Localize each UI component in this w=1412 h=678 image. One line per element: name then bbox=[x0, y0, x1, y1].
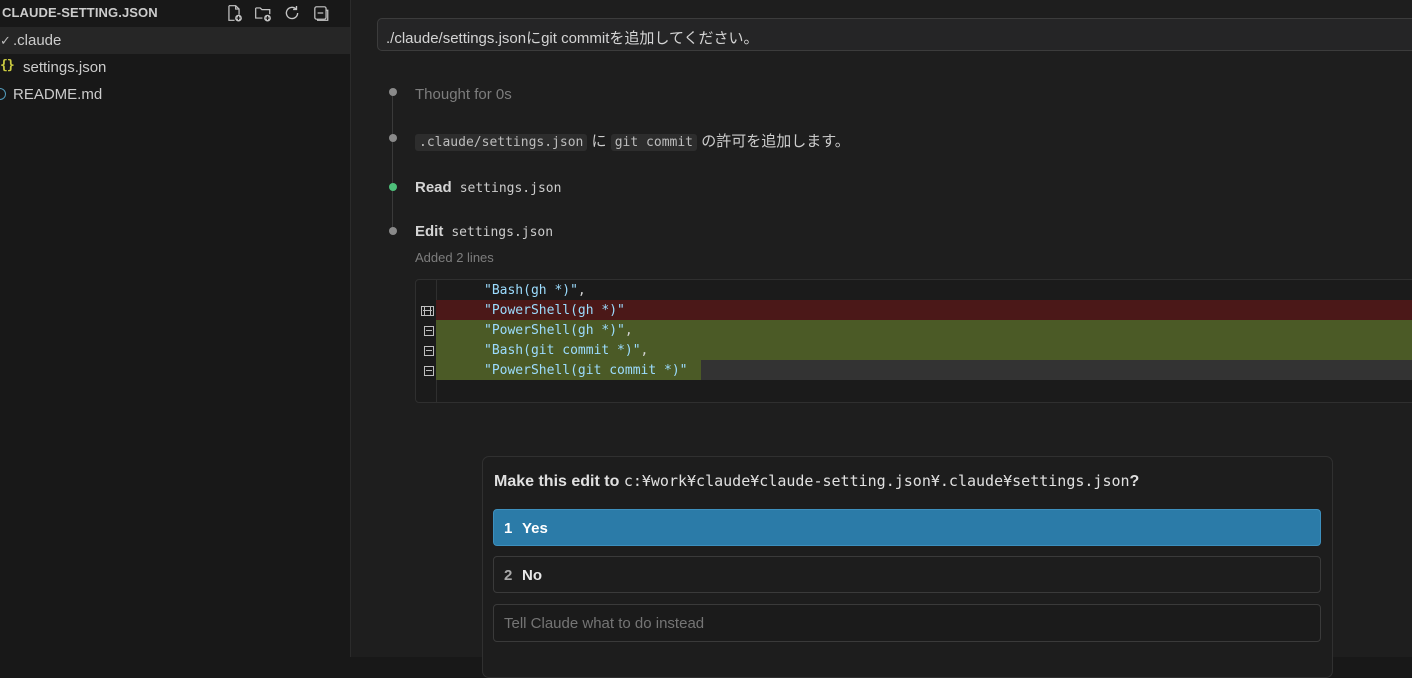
step-dot-success bbox=[389, 183, 397, 191]
option-no-button[interactable]: 2 No bbox=[493, 556, 1321, 593]
diff-code: "PowerShell(gh *)" bbox=[484, 303, 625, 318]
user-prompt-text: ./claude/settings.jsonにgit commitを追加してくだ… bbox=[386, 30, 759, 47]
tree-item-readme[interactable]: README.md bbox=[0, 81, 350, 108]
message-text: に bbox=[591, 133, 607, 150]
instead-input[interactable] bbox=[493, 604, 1321, 642]
message-text: の許可を追加します。 bbox=[701, 133, 850, 150]
diff-code: "PowerShell(git commit *)" bbox=[484, 363, 688, 378]
read-file: settings.json bbox=[459, 181, 562, 196]
option-label: Yes bbox=[522, 520, 548, 537]
tree-item-label: settings.json bbox=[23, 59, 107, 76]
explorer-header: CLAUDE-SETTING.JSON bbox=[0, 0, 350, 26]
diff-line-added: "Bash(git commit *)", bbox=[436, 340, 1412, 360]
json-file-icon: {} bbox=[0, 58, 15, 73]
diff-marker-icon bbox=[424, 306, 434, 316]
user-prompt: ./claude/settings.jsonにgit commitを追加してくだ… bbox=[377, 18, 1412, 51]
inline-code-file: .claude/settings.json bbox=[415, 134, 588, 151]
option-number: 2 bbox=[504, 567, 513, 584]
read-step[interactable]: Read settings.json bbox=[415, 179, 561, 196]
diff-code: "Bash(git commit *)" bbox=[484, 343, 641, 358]
new-folder-icon[interactable] bbox=[253, 3, 273, 23]
tree-item-claude-folder[interactable]: ✓ .claude bbox=[0, 27, 350, 54]
diff-line-context: "Bash(gh *)", bbox=[484, 283, 586, 298]
edit-summary: Added 2 lines bbox=[415, 250, 494, 265]
diff-marker-icon bbox=[424, 366, 434, 376]
option-yes-button[interactable]: 1 Yes bbox=[493, 509, 1321, 546]
step-dot bbox=[389, 88, 397, 96]
permission-path: c:¥work¥claude¥claude-setting.json¥.clau… bbox=[623, 472, 1130, 490]
diff-line-removed: "PowerShell(gh *)" bbox=[436, 300, 1412, 320]
permission-card: Make this edit to c:¥work¥claude¥claude-… bbox=[482, 456, 1333, 678]
collapse-all-icon[interactable] bbox=[311, 3, 331, 23]
diff-line-added: "PowerShell(gh *)", bbox=[436, 320, 1412, 340]
assistant-message: .claude/settings.json に git commit の許可を追… bbox=[415, 130, 850, 151]
edit-label: Edit bbox=[415, 223, 444, 240]
tree-item-settings-json[interactable]: {} settings.json bbox=[0, 54, 350, 81]
new-file-icon[interactable] bbox=[224, 3, 244, 23]
read-label: Read bbox=[415, 179, 452, 196]
permission-title: Make this edit to c:¥work¥claude¥claude-… bbox=[494, 472, 1140, 490]
edit-file: settings.json bbox=[451, 225, 554, 240]
step-dot bbox=[389, 134, 397, 142]
chat-panel: ./claude/settings.jsonにgit commitを追加してくだ… bbox=[351, 0, 1412, 678]
thought-step[interactable]: Thought for 0s bbox=[415, 86, 512, 103]
diff-gutter bbox=[416, 280, 437, 402]
timeline-line bbox=[392, 92, 393, 234]
explorer-title: CLAUDE-SETTING.JSON bbox=[2, 5, 158, 20]
step-dot bbox=[389, 227, 397, 235]
diff-marker-icon bbox=[424, 326, 434, 336]
explorer-sidebar: CLAUDE-SETTING.JSON ✓ .claude {} setting… bbox=[0, 0, 351, 657]
option-number: 1 bbox=[504, 520, 513, 537]
info-file-icon bbox=[0, 88, 6, 100]
tree-item-label: .claude bbox=[13, 32, 62, 49]
diff-marker-icon bbox=[424, 346, 434, 356]
chevron-icon: ✓ bbox=[0, 33, 11, 48]
diff-code: "PowerShell(gh *)" bbox=[484, 323, 625, 338]
tree-item-label: README.md bbox=[13, 86, 103, 103]
explorer-actions bbox=[224, 3, 331, 23]
inline-code-command: git commit bbox=[610, 134, 698, 151]
diff-view: "Bash(gh *)", "PowerShell(gh *)" "PowerS… bbox=[415, 279, 1412, 403]
refresh-icon[interactable] bbox=[282, 3, 302, 23]
diff-code: "Bash(gh *)" bbox=[484, 283, 578, 298]
edit-step[interactable]: Edit settings.json bbox=[415, 223, 553, 240]
option-label: No bbox=[522, 567, 542, 584]
diff-line-added: "PowerShell(git commit *)" bbox=[436, 360, 1412, 380]
